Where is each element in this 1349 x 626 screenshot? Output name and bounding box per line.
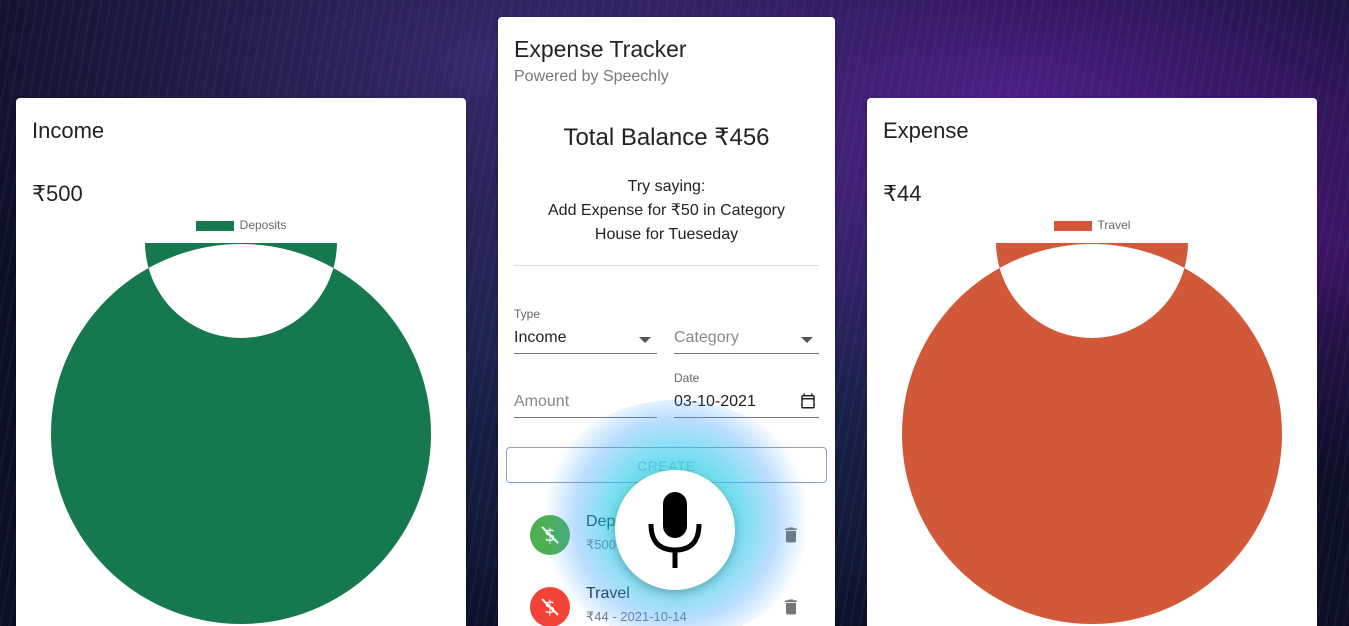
date-value: 03-10-2021 xyxy=(674,393,756,410)
income-donut-chart xyxy=(50,243,431,624)
tracker-subtitle: Powered by Speechly xyxy=(514,68,669,85)
income-legend[interactable]: Deposits xyxy=(16,218,466,232)
amount-input[interactable]: Amount xyxy=(514,371,657,418)
chevron-down-icon xyxy=(639,337,651,343)
expense-donut-chart xyxy=(901,243,1282,624)
hint-line-2: House for Tueseday xyxy=(594,226,739,243)
expense-amount: ₹44 xyxy=(883,181,922,206)
microphone-icon xyxy=(648,492,702,568)
delete-icon[interactable] xyxy=(781,597,801,617)
hint-text: Try saying: Add Expense for ₹50 in Categ… xyxy=(498,175,835,247)
income-title: Income xyxy=(32,118,105,143)
money-off-icon: $ xyxy=(530,515,570,555)
type-label: Type xyxy=(514,307,541,321)
transaction-detail: ₹44 - 2021-10-14 xyxy=(586,609,687,624)
chevron-down-icon xyxy=(801,337,813,343)
type-value: Income xyxy=(514,329,567,346)
expense-legend-swatch xyxy=(1053,220,1092,231)
hint-line-1: Add Expense for ₹50 in Category xyxy=(548,202,785,219)
calendar-icon[interactable] xyxy=(799,392,817,410)
money-off-icon: $ xyxy=(530,587,570,626)
type-select[interactable]: Type Income xyxy=(514,307,657,354)
divider xyxy=(514,265,819,266)
date-label: Date xyxy=(674,371,700,385)
income-legend-label: Deposits xyxy=(239,218,287,232)
expense-card: Expense ₹44 Travel xyxy=(867,98,1317,626)
income-amount: ₹500 xyxy=(32,181,83,206)
hint-heading: Try saying: xyxy=(627,178,706,195)
category-placeholder: Category xyxy=(674,329,739,346)
expense-title: Expense xyxy=(883,118,969,143)
amount-placeholder: Amount xyxy=(514,393,570,410)
microphone-button[interactable] xyxy=(615,470,735,590)
date-input[interactable]: Date 03-10-2021 xyxy=(674,371,819,418)
delete-icon[interactable] xyxy=(781,525,801,545)
tracker-title: Expense Tracker xyxy=(514,36,687,62)
total-balance: Total Balance ₹456 xyxy=(563,124,770,151)
income-legend-swatch xyxy=(195,220,234,231)
expense-legend-label: Travel xyxy=(1097,218,1131,232)
category-select[interactable]: Category xyxy=(674,307,819,354)
income-card: Income ₹500 Deposits xyxy=(16,98,466,626)
expense-legend[interactable]: Travel xyxy=(867,218,1317,232)
